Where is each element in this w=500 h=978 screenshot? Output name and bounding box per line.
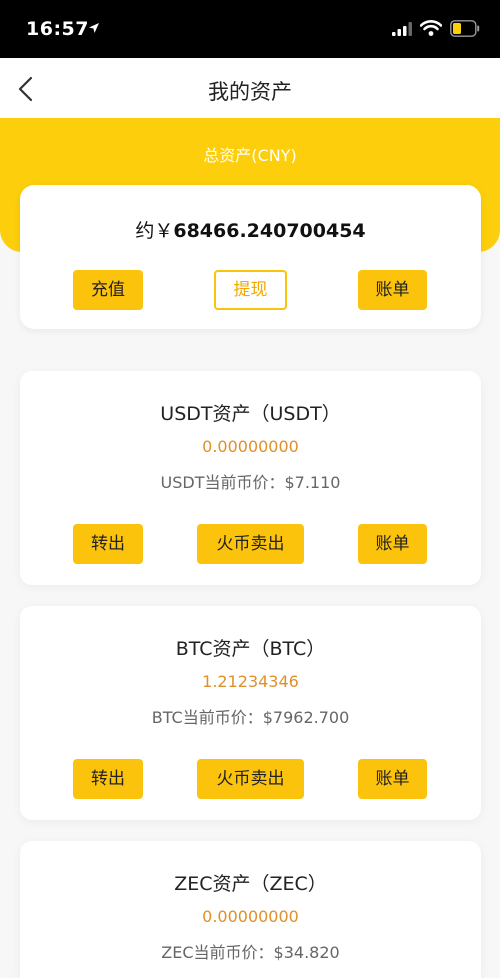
asset-balance: 0.00000000 xyxy=(202,907,299,926)
approx-prefix: 约￥ xyxy=(135,220,174,242)
asset-title: USDT资产（USDT） xyxy=(160,403,341,425)
battery-icon xyxy=(450,20,480,37)
asset-balance: 0.00000000 xyxy=(202,437,299,456)
asset-price: ZEC当前币价：$34.820 xyxy=(161,943,340,962)
location-arrow-icon xyxy=(89,23,99,33)
huobi-sell-button[interactable]: 火币卖出 xyxy=(197,759,304,799)
withdraw-button[interactable]: 提现 xyxy=(214,270,287,310)
total-assets-amount: 约￥68466.240700454 xyxy=(20,216,481,243)
status-time: 16:57 xyxy=(26,18,89,40)
asset-price: USDT当前币价：$7.110 xyxy=(160,473,341,492)
asset-card-usdt: USDT资产（USDT） 0.00000000 USDT当前币价：$7.110 … xyxy=(20,371,481,585)
total-amount-value: 68466.240700454 xyxy=(173,220,366,242)
bill-button[interactable]: 账单 xyxy=(358,759,427,799)
deposit-button[interactable]: 充值 xyxy=(73,270,143,310)
transfer-out-button[interactable]: 转出 xyxy=(73,759,143,799)
status-bar: 16:57 xyxy=(0,0,500,58)
asset-card-zec: ZEC资产（ZEC） 0.00000000 ZEC当前币价：$34.820 xyxy=(20,841,481,978)
asset-price: BTC当前币价：$7962.700 xyxy=(151,708,350,727)
total-assets-label: 总资产(CNY) xyxy=(203,146,297,165)
bill-button[interactable]: 账单 xyxy=(358,270,427,310)
transfer-out-button[interactable]: 转出 xyxy=(73,524,143,564)
bill-button[interactable]: 账单 xyxy=(358,524,427,564)
asset-card-btc: BTC资产（BTC） 1.21234346 BTC当前币价：$7962.700 … xyxy=(20,606,481,820)
asset-balance: 1.21234346 xyxy=(202,672,299,691)
nav-bar: 我的资产 xyxy=(0,58,500,120)
wifi-icon xyxy=(420,20,442,36)
huobi-sell-button[interactable]: 火币卖出 xyxy=(197,524,304,564)
page-title: 我的资产 xyxy=(208,80,292,104)
asset-title: ZEC资产（ZEC） xyxy=(174,873,327,895)
cellular-signal-icon xyxy=(392,22,412,36)
total-assets-card: 约￥68466.240700454 充值 提现 账单 xyxy=(20,185,481,329)
asset-title: BTC资产（BTC） xyxy=(175,638,326,660)
